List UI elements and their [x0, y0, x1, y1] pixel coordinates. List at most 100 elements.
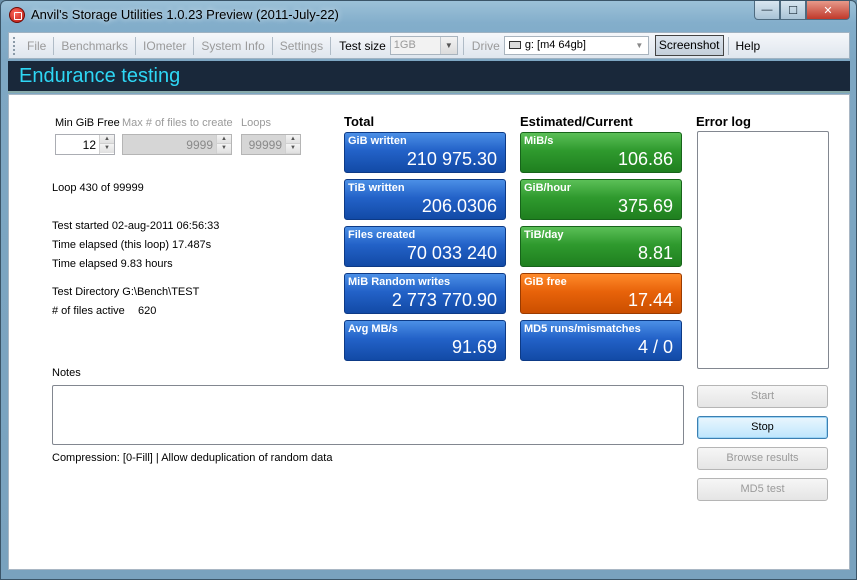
stat-value: 4 / 0: [637, 337, 673, 357]
stat-tile: GiB written 210 975.30: [344, 132, 506, 173]
stepper-up-icon[interactable]: ▲: [286, 135, 300, 144]
menu-benchmarks[interactable]: Benchmarks: [56, 36, 133, 56]
stepper-buttons: ▲ ▼: [216, 135, 231, 154]
stat-value: 206.0306: [421, 196, 497, 216]
notes-textarea[interactable]: [52, 385, 684, 445]
stat-value: 210 975.30: [406, 149, 497, 169]
section-header: Endurance testing: [8, 61, 850, 93]
stat-tile: MD5 runs/mismatches 4 / 0: [520, 320, 682, 361]
window-controls: — ☐ ✕: [754, 1, 850, 20]
stat-value: 8.81: [637, 243, 673, 263]
menu-settings[interactable]: Settings: [275, 36, 328, 56]
stat-tile: MiB Random writes 2 773 770.90: [344, 273, 506, 314]
stat-tile: Avg MB/s 91.69: [344, 320, 506, 361]
min-gib-free-stepper[interactable]: 12 ▲ ▼: [55, 134, 115, 155]
stepper-up-icon[interactable]: ▲: [100, 135, 114, 144]
maximize-button[interactable]: ☐: [780, 1, 806, 20]
test-size-label: Test size: [339, 38, 386, 53]
drive-icon: [508, 41, 521, 49]
loop-counter: Loop 430 of 99999: [52, 182, 144, 194]
test-started: Test started 02-aug-2011 06:56:33: [52, 220, 220, 232]
loops-stepper[interactable]: 99999 ▲ ▼: [241, 134, 301, 155]
files-active-value: 620: [138, 305, 157, 317]
elapsed-loop: Time elapsed (this loop) 17.487s: [52, 239, 212, 251]
menu-help[interactable]: Help: [731, 36, 766, 56]
stat-label: MiB Random writes: [348, 276, 451, 288]
max-files-label: Max # of files to create: [122, 117, 233, 129]
app-logo-icon: [9, 7, 25, 23]
test-size-value: 1GB: [393, 39, 416, 51]
stat-value: 2 773 770.90: [391, 290, 497, 310]
stat-tile: Files created 70 033 240: [344, 226, 506, 267]
screenshot-button[interactable]: Screenshot: [654, 35, 724, 56]
error-log-heading: Error log: [696, 114, 751, 129]
chevron-down-icon[interactable]: ▼: [630, 37, 648, 54]
drive-select[interactable]: g: [m4 64gb] ▼: [503, 36, 649, 55]
max-files-stepper[interactable]: 9999 ▲ ▼: [122, 134, 232, 155]
stat-tile: MiB/s 106.86: [520, 132, 682, 173]
drive-label: Drive: [471, 38, 500, 53]
stat-label: MiB/s: [524, 135, 554, 147]
menu-iometer[interactable]: IOmeter: [138, 36, 191, 56]
stepper-buttons: ▲ ▼: [99, 135, 114, 154]
md5-test-button[interactable]: MD5 test: [697, 478, 828, 501]
error-log-box[interactable]: [697, 131, 829, 369]
menu-bar: File Benchmarks IOmeter System Info Sett…: [8, 32, 850, 59]
files-active-label: # of files active: [52, 305, 125, 317]
stat-label: GiB/hour: [524, 182, 572, 194]
stat-label: Files created: [348, 229, 416, 241]
stat-label: MD5 runs/mismatches: [524, 323, 641, 335]
menu-system-info[interactable]: System Info: [196, 36, 269, 56]
elapsed-total: Time elapsed 9.83 hours: [52, 258, 173, 270]
minimize-button[interactable]: —: [754, 1, 780, 20]
test-directory: Test Directory G:\Bench\TEST: [52, 286, 200, 298]
endurance-panel: Min GiB Free 12 ▲ ▼ Max # of files to cr…: [8, 94, 850, 570]
stat-value: 17.44: [627, 290, 673, 310]
window-title: Anvil's Storage Utilities 1.0.23 Preview…: [31, 7, 339, 22]
stat-label: TiB/day: [524, 229, 564, 241]
app-window: Anvil's Storage Utilities 1.0.23 Preview…: [0, 0, 857, 580]
browse-results-button[interactable]: Browse results: [697, 447, 828, 470]
stat-label: GiB written: [348, 135, 407, 147]
menu-file[interactable]: File: [22, 36, 51, 56]
min-gib-free-label: Min GiB Free: [55, 117, 120, 129]
compression-info: Compression: [0-Fill] | Allow deduplicat…: [52, 452, 333, 464]
stepper-down-icon[interactable]: ▼: [217, 144, 231, 153]
stat-value: 375.69: [617, 196, 673, 216]
toolbar-grip[interactable]: [13, 36, 16, 55]
max-files-value: 9999: [186, 138, 213, 152]
drive-value: g: [m4 64gb]: [524, 39, 586, 51]
start-button[interactable]: Start: [697, 385, 828, 408]
stat-label: TiB written: [348, 182, 405, 194]
stat-tile: TiB written 206.0306: [344, 179, 506, 220]
estimated-heading: Estimated/Current: [520, 114, 633, 129]
close-button[interactable]: ✕: [806, 1, 850, 20]
stepper-down-icon[interactable]: ▼: [100, 144, 114, 153]
menu-separator: [193, 36, 195, 55]
menu-separator: [462, 36, 464, 55]
menu-separator: [135, 36, 137, 55]
stat-label: GiB free: [524, 276, 567, 288]
stat-value: 106.86: [617, 149, 673, 169]
stat-label: Avg MB/s: [348, 323, 398, 335]
menu-separator: [53, 36, 55, 55]
chevron-down-icon[interactable]: ▼: [439, 37, 457, 54]
test-size-select[interactable]: 1GB ▼: [389, 36, 458, 55]
title-bar[interactable]: Anvil's Storage Utilities 1.0.23 Preview…: [1, 1, 856, 29]
notes-label: Notes: [52, 367, 81, 379]
stepper-up-icon[interactable]: ▲: [217, 135, 231, 144]
stat-tile: TiB/day 8.81: [520, 226, 682, 267]
menu-separator: [271, 36, 273, 55]
loops-label: Loops: [241, 117, 271, 129]
loops-value: 99999: [248, 138, 282, 152]
min-gib-free-value: 12: [82, 138, 96, 152]
stat-tile: GiB/hour 375.69: [520, 179, 682, 220]
stop-button[interactable]: Stop: [697, 416, 828, 439]
menu-separator: [330, 36, 332, 55]
stat-value: 91.69: [451, 337, 497, 357]
stepper-buttons: ▲ ▼: [285, 135, 300, 154]
total-heading: Total: [344, 114, 375, 129]
stepper-down-icon[interactable]: ▼: [286, 144, 300, 153]
section-title: Endurance testing: [19, 65, 181, 87]
menu-separator: [727, 36, 729, 55]
